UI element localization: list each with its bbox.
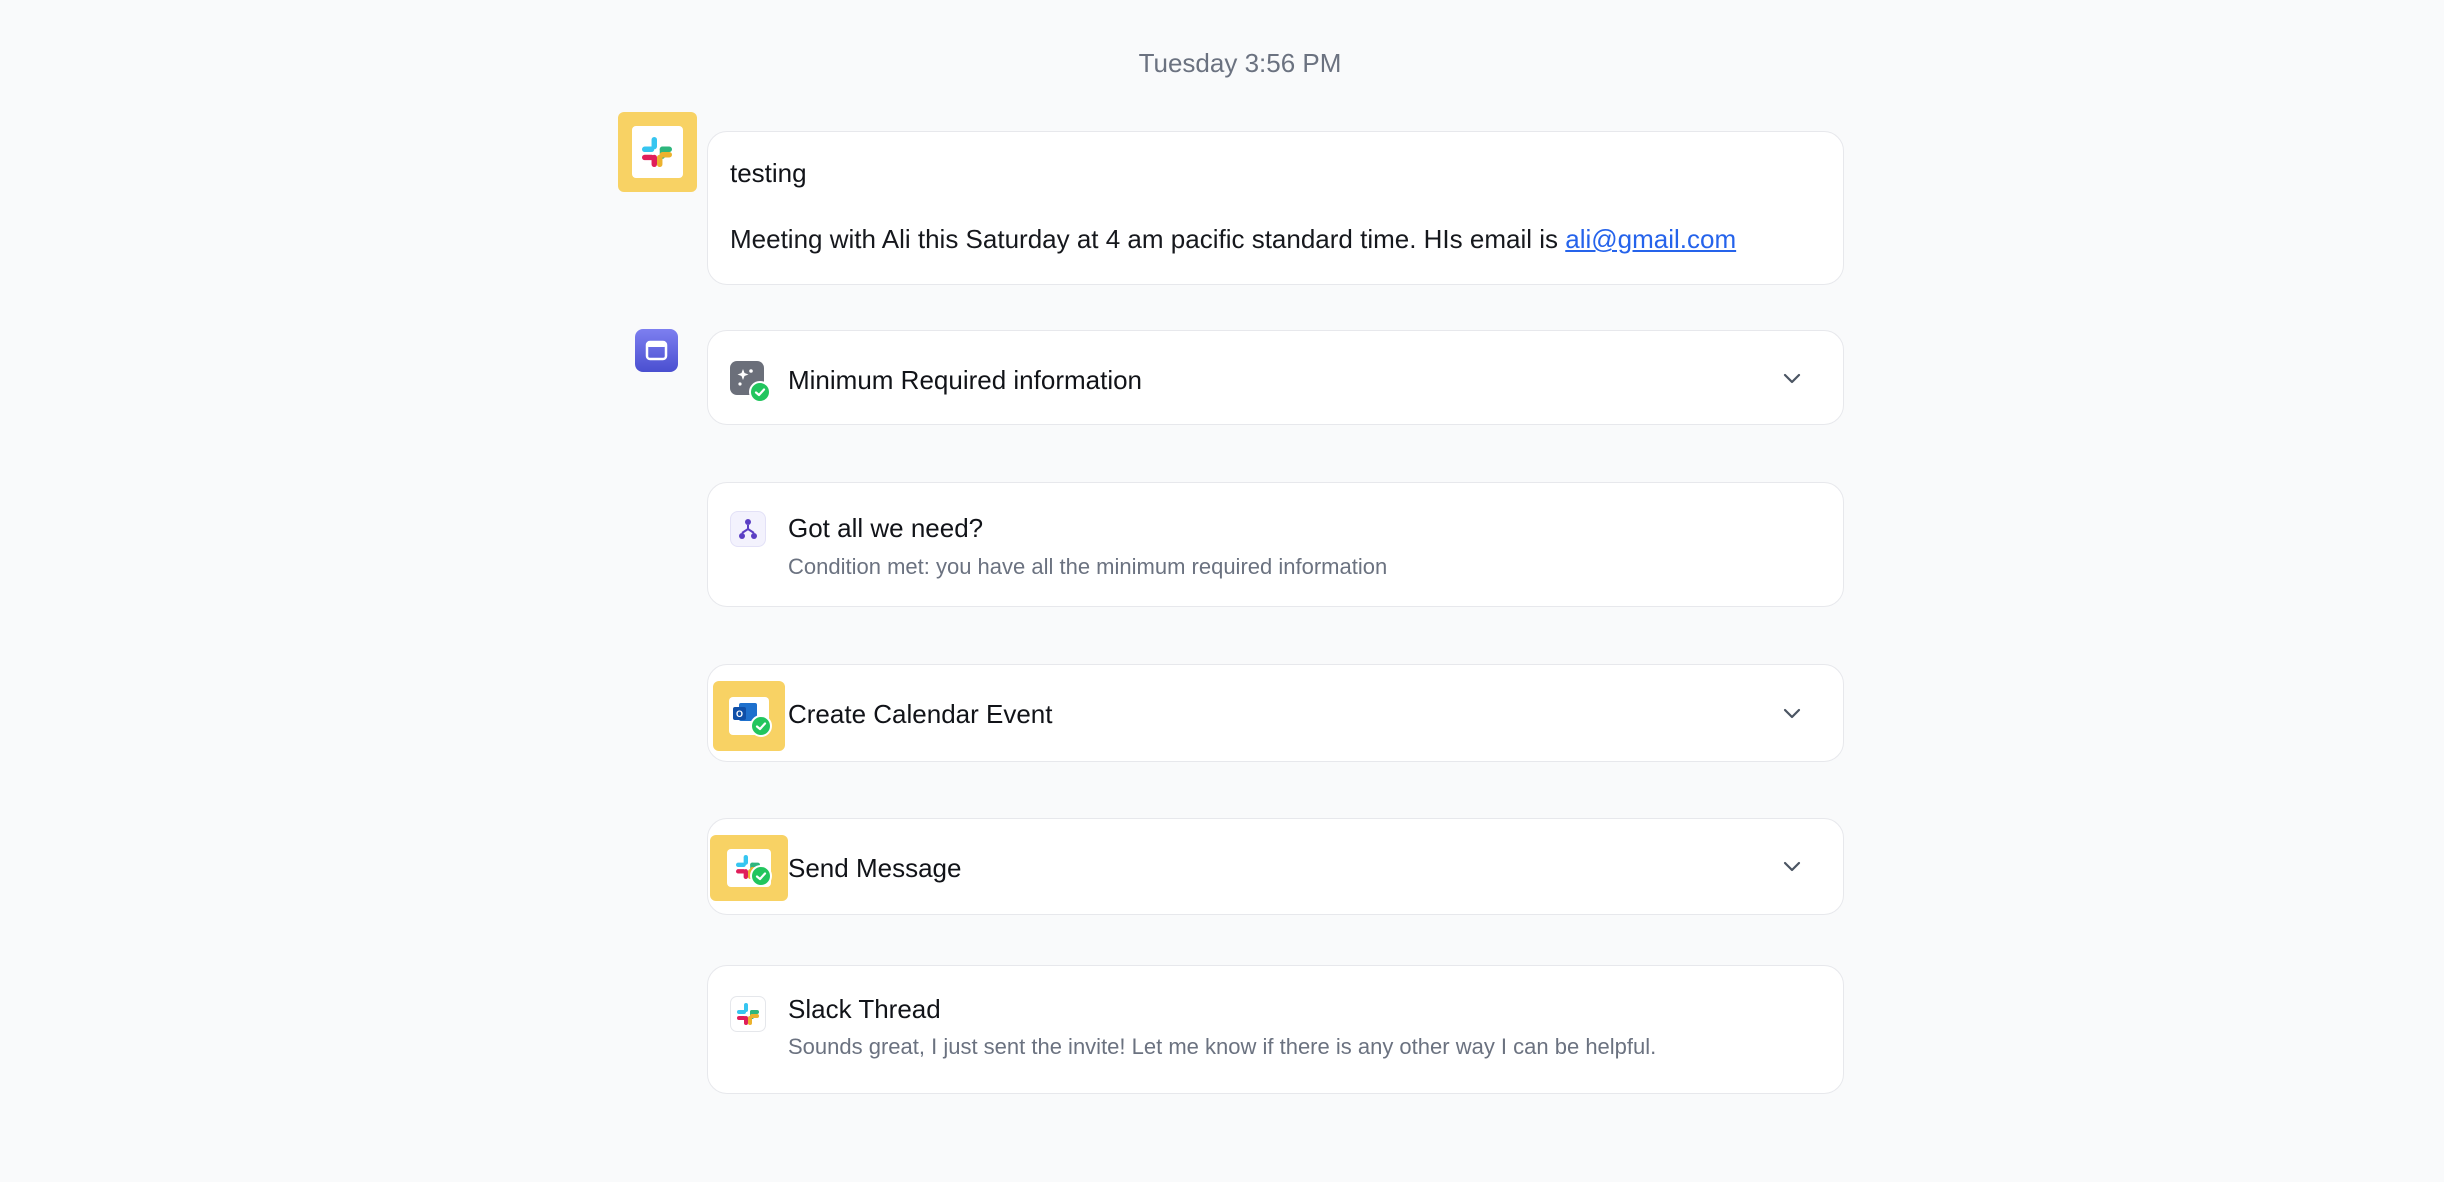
svg-text:O: O — [736, 709, 743, 719]
step-title: Minimum Required information — [788, 365, 1143, 395]
check-badge-icon — [749, 381, 771, 403]
chevron-down-icon[interactable] — [1779, 700, 1805, 726]
slack-icon — [710, 835, 788, 901]
step-minimum-required-info[interactable]: Minimum Required information — [707, 330, 1844, 425]
check-badge-icon — [750, 715, 772, 737]
step-condition: Got all we need? Condition met: you have… — [707, 482, 1844, 607]
slack-icon — [642, 137, 672, 167]
chevron-down-icon[interactable] — [1779, 365, 1805, 391]
step-slack-thread: Slack Thread Sounds great, I just sent t… — [707, 965, 1844, 1094]
step-subtitle: Sounds great, I just sent the invite! Le… — [788, 1034, 1657, 1059]
branch-icon — [730, 511, 766, 547]
step-send-message[interactable]: Send Message — [707, 818, 1844, 915]
message-text: Meeting with Ali this Saturday at 4 am p… — [730, 224, 1566, 254]
email-link[interactable]: ali@gmail.com — [1565, 224, 1736, 254]
timestamp: Tuesday 3:56 PM — [1138, 48, 1342, 78]
step-title: Got all we need? — [788, 513, 984, 543]
outlook-calendar-icon: O — [713, 681, 785, 751]
check-badge-icon — [750, 865, 772, 887]
step-title: Slack Thread — [788, 994, 941, 1024]
step-create-calendar-event[interactable]: O Create Calendar Event — [707, 664, 1844, 762]
message-body: Meeting with Ali this Saturday at 4 am p… — [730, 224, 1736, 255]
message-card: testing Meeting with Ali this Saturday a… — [707, 131, 1844, 285]
slack-icon — [730, 996, 766, 1032]
chevron-down-icon[interactable] — [1779, 853, 1805, 879]
step-subtitle: Condition met: you have all the minimum … — [788, 554, 1388, 579]
slack-source-avatar — [618, 112, 697, 192]
step-title: Create Calendar Event — [788, 699, 1053, 729]
message-title: testing — [730, 158, 807, 188]
calendar-workflow-avatar — [635, 329, 678, 372]
calendar-icon — [645, 340, 668, 361]
ai-extract-icon — [730, 361, 771, 403]
step-title: Send Message — [788, 853, 962, 883]
